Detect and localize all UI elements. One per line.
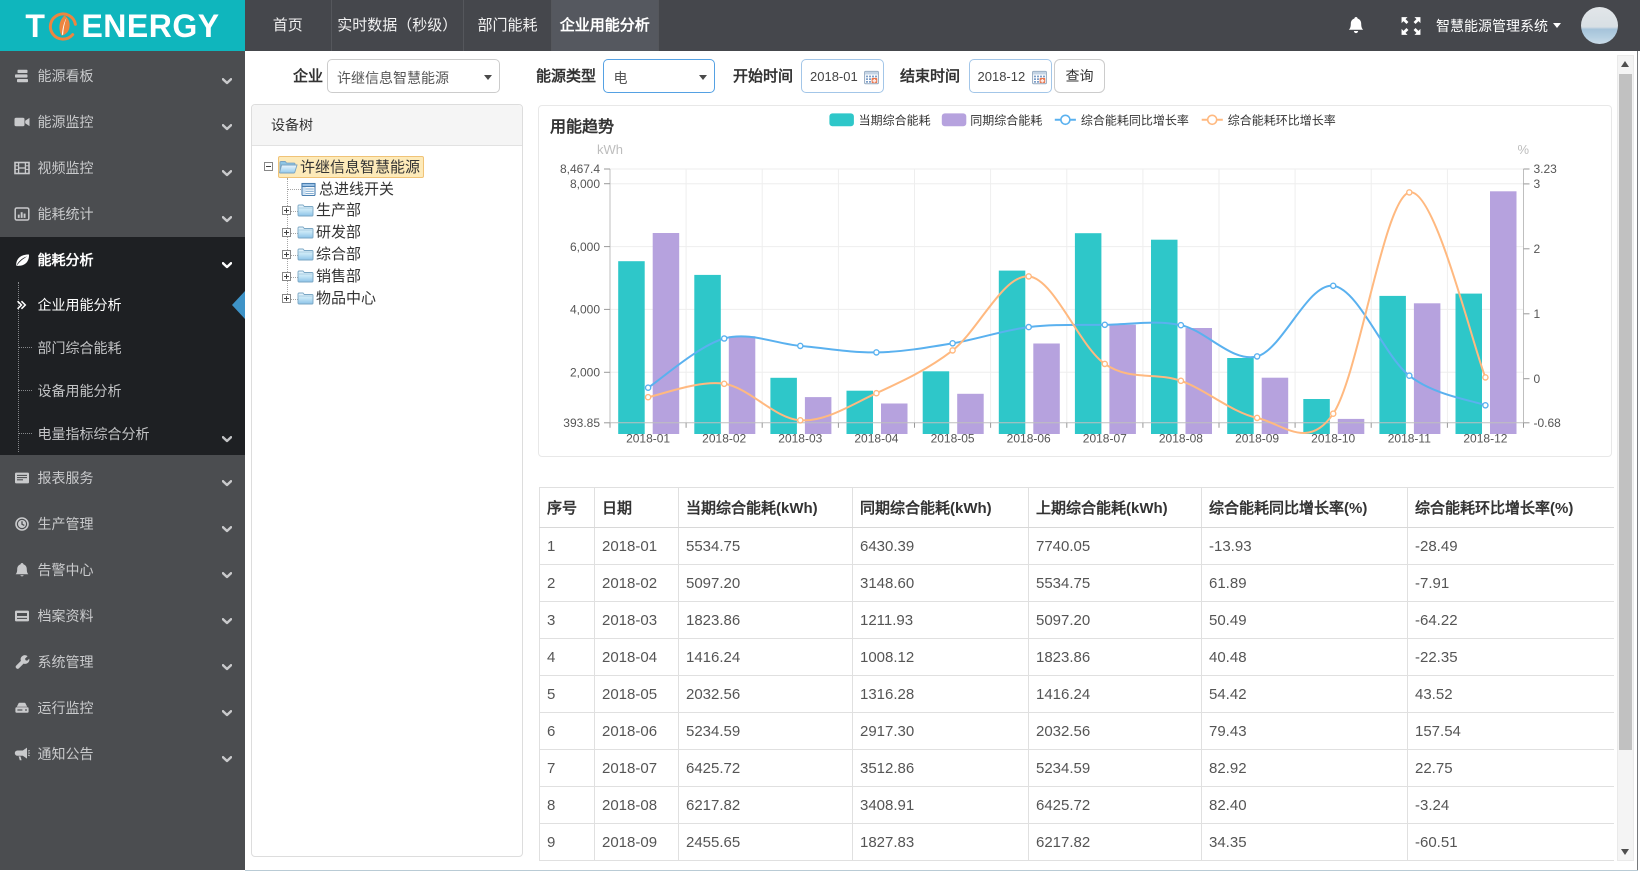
svg-text:同期综合能耗: 同期综合能耗 [970,113,1042,128]
svg-text:1: 1 [1534,307,1541,321]
svg-text:4,000: 4,000 [570,303,600,317]
svg-text:-0.68: -0.68 [1534,416,1562,430]
svg-text:综合能耗环比增长率: 综合能耗环比增长率 [1228,113,1336,128]
svg-text:2018-08: 2018-08 [1159,431,1203,445]
svg-text:2018-05: 2018-05 [931,431,975,445]
svg-text:3.23: 3.23 [1534,162,1558,176]
svg-text:2018-09: 2018-09 [1235,431,1279,445]
svg-text:2: 2 [1534,242,1541,256]
svg-text:当期综合能耗: 当期综合能耗 [859,113,931,128]
svg-text:2,000: 2,000 [570,366,600,380]
svg-text:%: % [1518,142,1530,157]
svg-text:393.85: 393.85 [563,416,600,430]
svg-text:2018-11: 2018-11 [1388,431,1431,445]
svg-text:6,000: 6,000 [570,240,600,254]
svg-text:2018-03: 2018-03 [778,431,822,445]
svg-text:kWh: kWh [597,142,623,157]
svg-text:0: 0 [1534,372,1541,386]
svg-text:8,000: 8,000 [570,177,600,191]
svg-text:3: 3 [1534,177,1541,191]
svg-text:2018-10: 2018-10 [1311,431,1355,445]
svg-text:2018-07: 2018-07 [1083,431,1127,445]
svg-text:2018-02: 2018-02 [702,431,746,445]
svg-text:2018-12: 2018-12 [1463,431,1507,445]
svg-text:8,467.4: 8,467.4 [560,162,600,176]
svg-text:2018-06: 2018-06 [1007,431,1051,445]
svg-text:2018-04: 2018-04 [854,431,898,445]
svg-text:综合能耗同比增长率: 综合能耗同比增长率 [1081,113,1189,128]
svg-text:2018-01: 2018-01 [626,431,670,445]
